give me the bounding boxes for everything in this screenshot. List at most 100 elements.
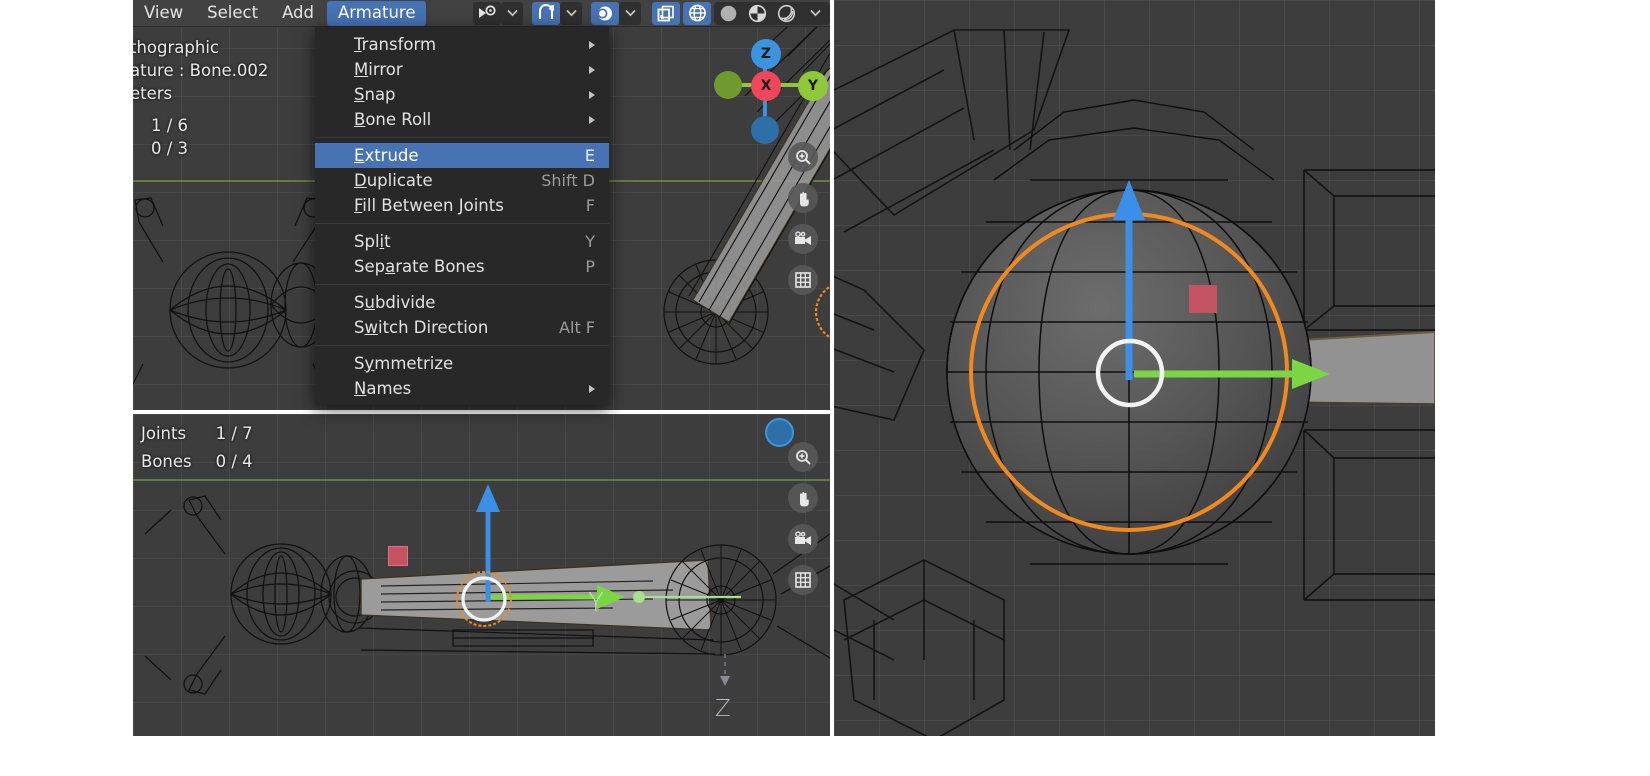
viewport-nav-buttons-top[interactable]: [788, 142, 818, 295]
header-tool-group-snap[interactable]: [530, 1, 589, 25]
show-gizmo-icon[interactable]: [652, 1, 680, 25]
menu-item-shortcut: Y: [585, 232, 595, 251]
menu-add[interactable]: Add: [271, 1, 325, 26]
viewport-info-line-0: thographic: [133, 38, 219, 57]
stat-value-bones: 0 / 4: [215, 452, 253, 471]
bone-head-circle-detail[interactable]: [1088, 331, 1172, 415]
menu-item-split[interactable]: Split Y: [315, 229, 609, 254]
navigation-gizmo-top[interactable]: Z X Y: [714, 38, 828, 148]
menu-item-shortcut: F: [585, 196, 595, 215]
menu-item-names[interactable]: Names: [315, 376, 609, 401]
axis-label-z: Z: [715, 696, 731, 722]
visibility-eye-icon[interactable]: [473, 1, 501, 25]
gizmo-axis-z[interactable]: Z: [751, 39, 781, 69]
viewport-stat-1: 0 / 3: [151, 139, 189, 158]
menu-item-symmetrize[interactable]: Symmetrize: [315, 351, 609, 376]
menu-separator: [315, 137, 609, 138]
snap-magnet-icon[interactable]: [532, 1, 560, 25]
menu-item-subdivide[interactable]: Subdivide: [315, 290, 609, 315]
shading-options-chevron-icon[interactable]: [801, 2, 830, 25]
header-tool-group-visibility[interactable]: [471, 1, 530, 25]
proportional-editing-icon[interactable]: [591, 1, 619, 25]
stat-value-joints: 1 / 7: [215, 424, 253, 443]
plane-handle-red-detail[interactable]: [1189, 285, 1217, 313]
submenu-arrow-icon: [589, 384, 595, 393]
menu-item-separate-bones[interactable]: Separate Bones P: [315, 254, 609, 279]
blender-window: thographic ature : Bone.002 eters 1 / 6 …: [0, 0, 1650, 776]
menu-item-label: Duplicate: [354, 171, 433, 190]
viewport-nav-buttons-bottom[interactable]: [788, 442, 818, 595]
submenu-arrow-icon: [589, 115, 595, 124]
zoom-icon[interactable]: [788, 442, 818, 472]
submenu-arrow-icon: [589, 90, 595, 99]
menu-item-duplicate[interactable]: Duplicate Shift D: [315, 168, 609, 193]
menu-item-extrude[interactable]: Extrude E: [315, 143, 609, 168]
camera-view-icon[interactable]: [788, 524, 818, 554]
stat-label-joints: Joints: [141, 424, 187, 443]
header-tool-group-proportional[interactable]: [589, 1, 648, 25]
pan-hand-icon[interactable]: [788, 483, 818, 513]
menu-item-label: Names: [354, 379, 412, 398]
menu-item-label: Fill Between Joints: [354, 196, 504, 215]
chevron-down-icon[interactable]: [560, 1, 582, 25]
menu-item-snap[interactable]: Snap: [315, 82, 609, 107]
menu-item-switch-direction[interactable]: Switch Direction Alt F: [315, 315, 609, 340]
submenu-arrow-icon: [589, 65, 595, 74]
zoom-icon[interactable]: [788, 142, 818, 172]
menu-item-label: Transform: [354, 35, 437, 54]
plane-handle-red-bottom[interactable]: [388, 546, 408, 566]
menu-armature[interactable]: Armature: [327, 0, 427, 26]
axis-label-y: Y: [588, 588, 604, 618]
armature-dropdown-menu[interactable]: Transform Mirror Snap Bone Roll Extrude E Dupl…: [315, 27, 609, 405]
menu-separator: [315, 345, 609, 346]
viewport-stat-0: 1 / 6: [151, 116, 189, 135]
submenu-arrow-icon: [589, 40, 595, 49]
menu-item-transform[interactable]: Transform: [315, 32, 609, 57]
menu-item-fill-between-joints[interactable]: Fill Between Joints F: [315, 193, 609, 218]
menu-select[interactable]: Select: [196, 1, 269, 26]
viewport-right-detail[interactable]: [834, 0, 1435, 736]
menu-item-mirror[interactable]: Mirror: [315, 57, 609, 82]
gizmo-axis-z-negative[interactable]: [751, 116, 779, 144]
menu-item-label: Snap: [354, 85, 396, 104]
pan-hand-icon[interactable]: [788, 183, 818, 213]
chevron-down-icon[interactable]: [501, 1, 523, 25]
wireframe-shading-icon[interactable]: [714, 2, 743, 25]
menu-item-label: Separate Bones: [354, 257, 485, 276]
gizmo-axis-y[interactable]: Y: [798, 71, 828, 101]
menu-item-shortcut: Shift D: [541, 171, 595, 190]
header-overlay-group[interactable]: [650, 1, 711, 25]
show-overlays-icon[interactable]: [683, 1, 711, 25]
menu-view[interactable]: View: [133, 1, 194, 26]
menu-item-shortcut: E: [584, 146, 595, 165]
stat-label-bones: Bones: [141, 452, 192, 471]
header-shading-modes[interactable]: [714, 1, 830, 25]
gizmo-axis-y-negative[interactable]: [714, 71, 742, 99]
bone-tail-connector: [633, 591, 741, 603]
material-preview-shading-icon[interactable]: [772, 2, 801, 25]
viewport-bottom-stats: Joints 1 / 7 Bones 0 / 4: [141, 420, 253, 476]
menu-item-label: Extrude: [354, 146, 419, 165]
menu-item-label: Split: [354, 232, 391, 251]
toggle-orthographic-icon[interactable]: [788, 565, 818, 595]
viewport-header[interactable]: View Select Add Armature: [133, 0, 830, 27]
viewport-info-line-1: ature : Bone.002: [133, 61, 269, 80]
chevron-down-icon[interactable]: [619, 1, 641, 25]
menu-item-label: Bone Roll: [354, 110, 432, 129]
menu-item-label: Subdivide: [354, 293, 436, 312]
viewport-info-line-2: eters: [133, 84, 173, 103]
menu-item-shortcut: Alt F: [559, 318, 595, 337]
solid-shading-icon[interactable]: [743, 2, 772, 25]
menu-item-shortcut: P: [585, 257, 595, 276]
viewport-bottom-top[interactable]: Y Z Joints 1 / 7 Bones 0 / 4: [133, 414, 830, 736]
camera-view-icon[interactable]: [788, 224, 818, 254]
bone-head-circle-bottom[interactable]: [451, 566, 517, 632]
gizmo-axis-x[interactable]: X: [751, 71, 781, 101]
menu-item-bone-roll[interactable]: Bone Roll: [315, 107, 609, 132]
menu-item-label: Symmetrize: [354, 354, 454, 373]
menu-item-label: Mirror: [354, 60, 403, 79]
menu-item-label: Switch Direction: [354, 318, 489, 337]
toggle-orthographic-icon[interactable]: [788, 265, 818, 295]
menu-separator: [315, 223, 609, 224]
menu-separator: [315, 284, 609, 285]
